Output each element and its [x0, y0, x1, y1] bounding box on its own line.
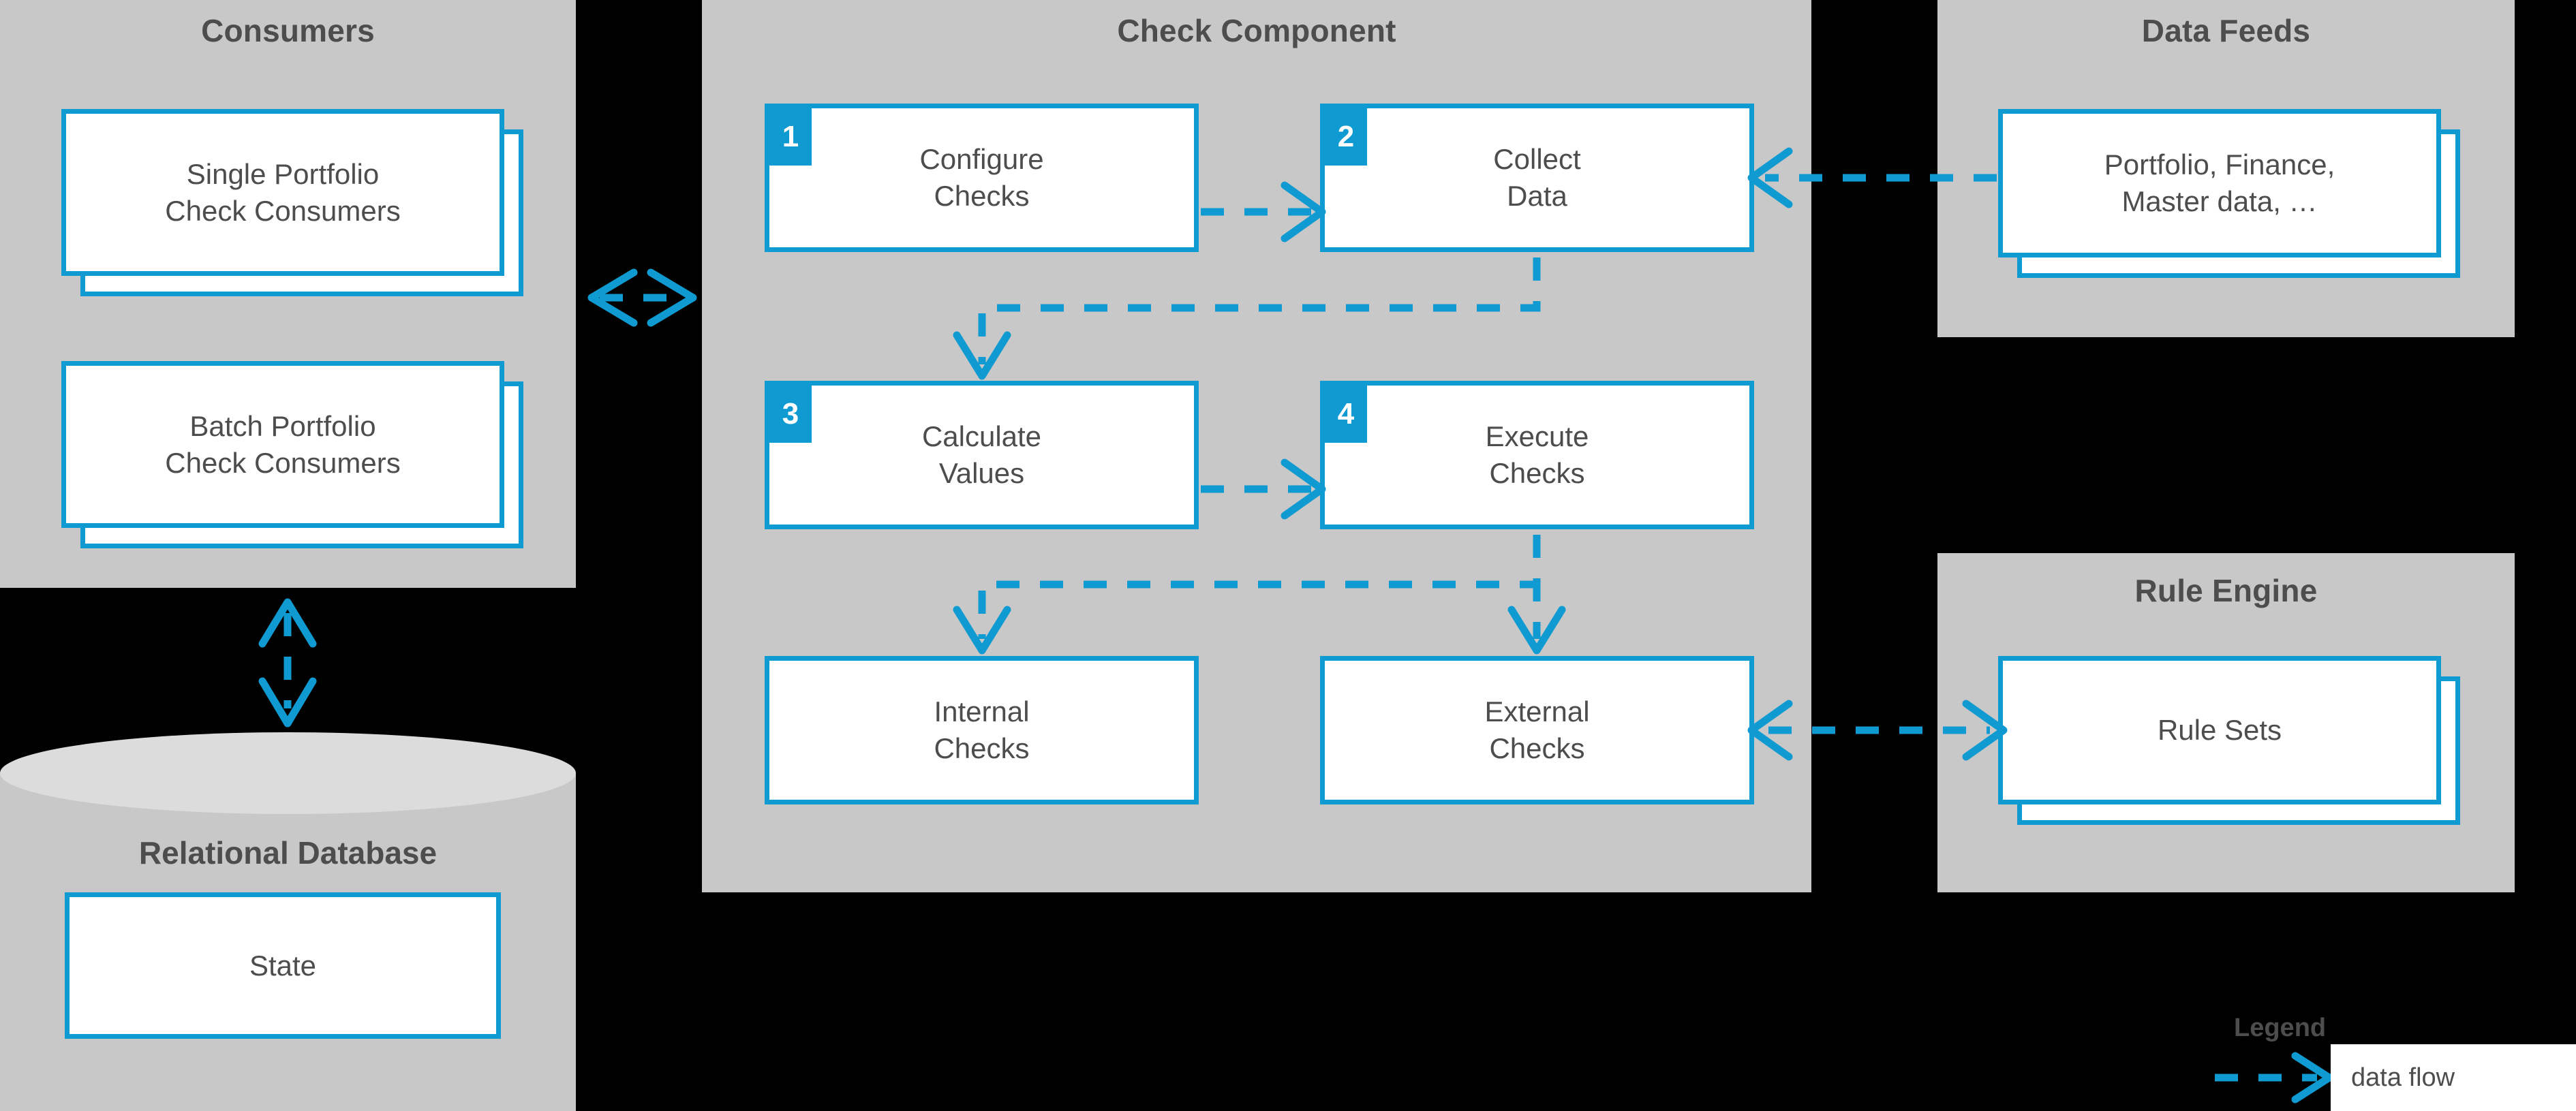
relational-database-title: Relational Database [138, 835, 438, 871]
node-label: Internal Checks [934, 695, 1030, 764]
node-data-feeds-sources[interactable]: Portfolio, Finance, Master data, … [1998, 109, 2441, 257]
node-label: Portfolio, Finance, Master data, … [2104, 148, 2335, 217]
legend-entry-label: data flow [2351, 1063, 2455, 1092]
step-badge-2: 2 [1325, 108, 1367, 166]
node-collect-data[interactable]: 2 Collect Data [1320, 104, 1754, 252]
step-badge-1: 1 [769, 108, 812, 166]
legend-entry-data-flow: data flow [2331, 1044, 2576, 1111]
node-label: State [249, 949, 317, 982]
node-label: Execute Checks [1485, 420, 1589, 489]
cylinder-top-ellipse [0, 732, 576, 814]
node-external-checks[interactable]: External Checks [1320, 656, 1754, 804]
node-single-portfolio-check-consumers[interactable]: Single Portfolio Check Consumers [61, 109, 504, 276]
node-label: Configure Checks [919, 143, 1044, 212]
node-configure-checks[interactable]: 1 Configure Checks [765, 104, 1199, 252]
node-label: Batch Portfolio Check Consumers [165, 409, 401, 479]
node-execute-checks[interactable]: 4 Execute Checks [1320, 381, 1754, 529]
node-rule-sets[interactable]: Rule Sets [1998, 656, 2441, 804]
node-label: Rule Sets [2157, 714, 2282, 747]
node-state[interactable]: State [65, 892, 501, 1039]
flow-consumers-database [258, 598, 317, 727]
step-badge-3: 3 [769, 386, 812, 443]
panel-consumers-title: Consumers [201, 13, 375, 48]
node-label: Collect Data [1493, 143, 1581, 212]
step-badge-4: 4 [1325, 386, 1367, 443]
node-calculate-values[interactable]: 3 Calculate Values [765, 381, 1199, 529]
flow-consumers-check-component [587, 268, 697, 327]
legend-title: Legend [2234, 1014, 2327, 1042]
node-batch-portfolio-check-consumers[interactable]: Batch Portfolio Check Consumers [61, 361, 504, 528]
panel-data-feeds-title: Data Feeds [2141, 13, 2311, 48]
node-label: External Checks [1484, 695, 1590, 764]
panel-check-component-title: Check Component [1117, 13, 1396, 48]
node-label: Single Portfolio Check Consumers [165, 157, 401, 227]
panel-rule-engine-title: Rule Engine [2134, 573, 2318, 608]
node-label: Calculate Values [921, 420, 1042, 489]
node-internal-checks[interactable]: Internal Checks [765, 656, 1199, 804]
legend-data-flow-arrow [2215, 1052, 2333, 1104]
diagram-canvas: Consumers Single Portfolio Check Consume… [0, 0, 2576, 1111]
